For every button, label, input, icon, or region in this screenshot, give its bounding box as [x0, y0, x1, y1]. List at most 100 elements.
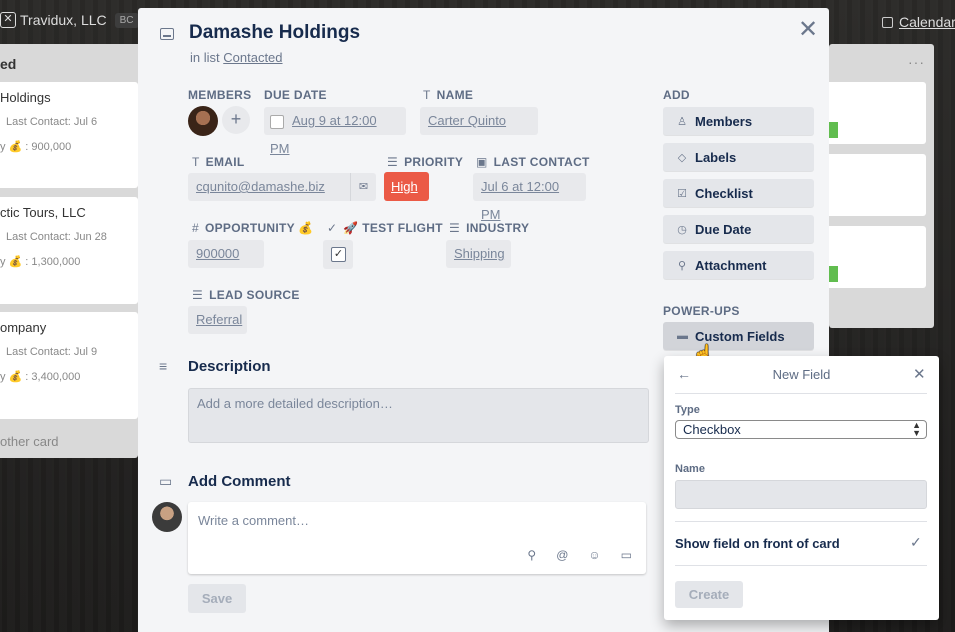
person-icon: ♙: [677, 115, 687, 128]
opportunity-field[interactable]: 900000: [188, 240, 264, 268]
field-name-input[interactable]: [675, 480, 927, 509]
due-complete-checkbox[interactable]: [270, 114, 284, 129]
description-icon: ≡: [159, 358, 168, 374]
attachment-button[interactable]: ⚲ Attachment: [663, 251, 814, 279]
comment-toolbar: ⚲ @ ☺ ▭: [527, 548, 632, 562]
text-icon: T: [192, 155, 200, 169]
type-select-value: Checkbox: [683, 422, 741, 437]
show-on-front-toggle[interactable]: Show field on front of card: [675, 536, 840, 551]
checklist-icon: ☑: [677, 187, 687, 200]
last-contact-field[interactable]: Jul 6 at 12:00 PM: [473, 173, 586, 222]
close-icon[interactable]: ✕: [798, 18, 818, 42]
card-title[interactable]: Damashe Holdings: [189, 22, 360, 44]
attachment-icon[interactable]: ⚲: [527, 548, 536, 562]
card-title: ctic Tours, LLC: [0, 205, 86, 220]
comment-heading: Add Comment: [188, 473, 291, 490]
industry-field[interactable]: Shipping: [446, 240, 511, 268]
card-badge: [828, 122, 838, 138]
board-name[interactable]: Travidux, LLC: [20, 12, 107, 28]
text-icon: T: [423, 88, 431, 102]
list-menu-icon[interactable]: ···: [908, 54, 925, 70]
close-icon[interactable]: ✕: [913, 365, 926, 383]
card-link-icon[interactable]: ▭: [621, 548, 632, 562]
calendar-label: Calendar: [899, 14, 955, 30]
checklist-button[interactable]: ☑ Checklist: [663, 179, 814, 207]
clock-icon: ◷: [677, 223, 687, 236]
add-member-button[interactable]: +: [222, 106, 250, 134]
list-title[interactable]: ed: [0, 56, 16, 72]
calendar-icon: ▣: [476, 155, 488, 169]
due-date-label: Due Date: [264, 88, 327, 102]
card-title: ompany: [0, 320, 47, 335]
list-card[interactable]: [829, 154, 926, 216]
divider: [675, 565, 927, 566]
avatar[interactable]: [188, 106, 218, 136]
attachment-button-label: Attachment: [695, 257, 767, 273]
card-icon: [160, 28, 174, 40]
mention-icon[interactable]: @: [556, 548, 568, 562]
calendar-button[interactable]: Calendar: [882, 14, 955, 30]
labels-button[interactable]: ◇ Labels: [663, 143, 814, 171]
last-contact-label-text: Last Contact: [493, 155, 590, 169]
list-card[interactable]: [829, 226, 926, 288]
board-title[interactable]: ✕ Travidux, LLC BC: [0, 12, 139, 28]
save-button[interactable]: Save: [188, 584, 246, 613]
priority-field-label: ☰ Priority: [387, 155, 463, 169]
list-left: ed Holdings Last Contact: Jul 6 y 💰 : 90…: [0, 44, 138, 458]
number-icon: #: [192, 221, 199, 235]
checkmark-icon[interactable]: ✓: [910, 534, 922, 551]
members-label: Members: [188, 88, 252, 102]
name-field[interactable]: Carter Quinto: [420, 107, 538, 135]
add-card-button[interactable]: other card: [0, 434, 59, 449]
description-input[interactable]: Add a more detailed description…: [188, 388, 649, 443]
list-card[interactable]: ctic Tours, LLC Last Contact: Jun 28 y 💰…: [0, 197, 138, 304]
lead-source-label-text: Lead Source: [209, 288, 300, 302]
test-flight-field-label: ✓ 🚀 Test Flight: [327, 221, 443, 235]
due-date-field[interactable]: Aug 9 at 12:00 PM: [264, 107, 406, 156]
list-card[interactable]: [829, 82, 926, 144]
card-last-contact: Last Contact: Jun 28: [6, 231, 107, 243]
priority-field[interactable]: High: [384, 172, 429, 201]
card-opportunity: y 💰 : 900,000: [0, 141, 72, 153]
close-board-icon[interactable]: ✕: [0, 12, 16, 28]
check-circle-icon: ✓: [327, 221, 338, 235]
list-link[interactable]: Contacted: [223, 50, 282, 65]
mail-icon[interactable]: ✉: [350, 173, 376, 201]
select-arrows-icon: ▲ ▼: [912, 420, 921, 438]
last-contact-field-label: ▣ Last Contact: [476, 155, 590, 169]
powerups-heading: Power-Ups: [663, 304, 740, 318]
comment-input[interactable]: Write a comment… ⚲ @ ☺ ▭: [188, 502, 646, 574]
custom-fields-label: Custom Fields: [695, 328, 785, 344]
create-button[interactable]: Create: [675, 581, 743, 608]
opportunity-label-text: Opportunity 💰: [204, 221, 314, 235]
list-card[interactable]: ompany Last Contact: Jul 9 y 💰 : 3,400,0…: [0, 312, 138, 419]
opportunity-field-label: # Opportunity 💰: [192, 221, 314, 235]
card-badge: [828, 266, 838, 282]
email-label-text: Email: [205, 155, 245, 169]
due-date-button[interactable]: ◷ Due Date: [663, 215, 814, 243]
custom-fields-icon: ▬: [677, 330, 688, 342]
comment-icon: ▭: [159, 473, 173, 489]
paperclip-icon: ⚲: [677, 259, 687, 272]
list-icon: ☰: [449, 221, 461, 235]
lead-source-field[interactable]: Referral: [188, 306, 247, 334]
labels-button-label: Labels: [695, 149, 737, 165]
email-field[interactable]: cqunito@damashe.biz: [188, 173, 350, 201]
due-date-button-label: Due Date: [695, 221, 752, 237]
emoji-icon[interactable]: ☺: [588, 548, 600, 562]
list-icon: ☰: [192, 288, 204, 302]
in-list-prefix: in list: [190, 50, 220, 65]
name-field-label: T Name: [423, 88, 473, 102]
list-card[interactable]: Holdings Last Contact: Jul 6 y 💰 : 900,0…: [0, 82, 138, 188]
test-flight-checkbox[interactable]: ✓: [323, 240, 353, 269]
priority-label-text: Priority: [404, 155, 464, 169]
avatar: [152, 502, 182, 532]
custom-fields-button[interactable]: ▬ Custom Fields: [663, 322, 814, 350]
card-last-contact: Last Contact: Jul 6: [6, 116, 98, 128]
add-heading: Add: [663, 88, 690, 102]
type-select[interactable]: Checkbox ▲ ▼: [675, 420, 927, 439]
members-button[interactable]: ♙ Members: [663, 107, 814, 135]
industry-field-label: ☰ Industry: [449, 221, 529, 235]
checklist-button-label: Checklist: [695, 185, 753, 201]
tag-icon: ◇: [677, 151, 687, 164]
